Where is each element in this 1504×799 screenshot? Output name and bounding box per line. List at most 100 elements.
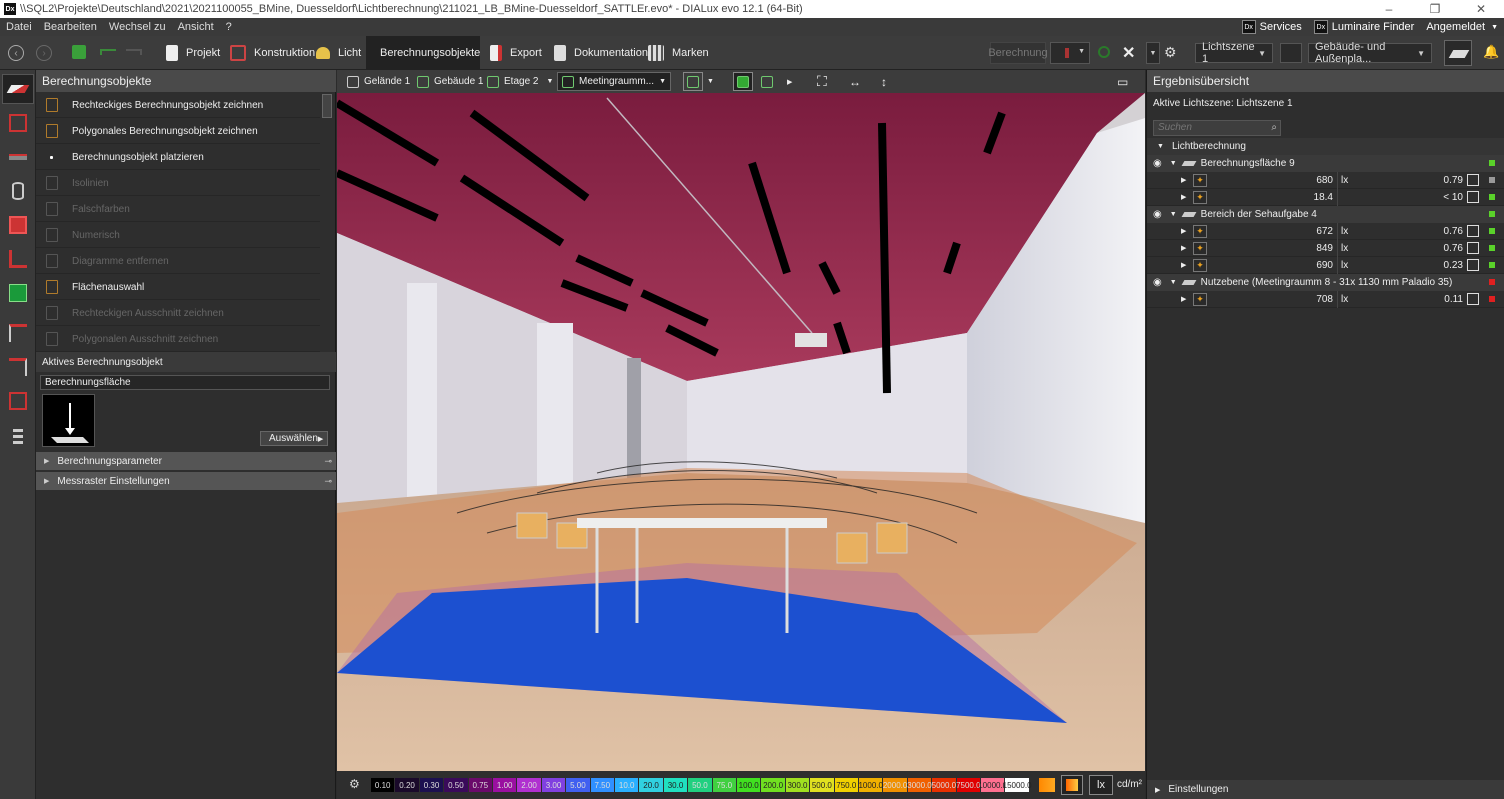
calc-room-tool-icon[interactable]	[2, 210, 34, 240]
close-button[interactable]: ✕	[1458, 2, 1504, 16]
section-messraster[interactable]: ▶ Messraster Einstellungen ⊸	[36, 472, 336, 490]
gebaeude-button[interactable]: Gebäude 1	[417, 72, 484, 91]
login-menu[interactable]: Angemeldet ▼	[1420, 18, 1504, 36]
cancel-dropdown[interactable]: ▼	[1146, 42, 1160, 64]
unit-cd-button[interactable]: cd/m²	[1117, 779, 1142, 790]
redo-icon[interactable]	[126, 49, 142, 55]
tool-item-2[interactable]: Berechnungsobjekt platzieren	[36, 145, 320, 170]
display-icon[interactable]: ▭	[1117, 72, 1128, 91]
visibility-eye-icon[interactable]: ◉	[1153, 209, 1162, 220]
color-scale-active-icon[interactable]	[1061, 775, 1083, 795]
menu-help[interactable]: ?	[220, 21, 238, 33]
expand-icon[interactable]: ▶	[1181, 227, 1186, 235]
collapse-icon[interactable]: ▼	[1170, 279, 1177, 286]
pin-icon[interactable]: ⊸	[324, 476, 332, 487]
room-select[interactable]: Meetingraumm... ▼	[557, 72, 671, 91]
minimize-button[interactable]: –	[1366, 2, 1412, 16]
visibility-eye-icon[interactable]: ◉	[1153, 158, 1162, 169]
gelaende-button[interactable]: Gelände 1	[347, 72, 410, 91]
graph-icon[interactable]	[1467, 174, 1479, 186]
expand-icon[interactable]: ▶	[1181, 295, 1186, 303]
tab-licht[interactable]: Licht	[310, 36, 367, 70]
forward-icon[interactable]: ›	[36, 45, 52, 61]
settings-section[interactable]: ▶ Einstellungen	[1147, 780, 1504, 799]
menu-wechsel-zu[interactable]: Wechsel zu	[103, 21, 172, 33]
select-button[interactable]: Auswählen ▶	[260, 431, 328, 446]
calc-cylinder-tool-icon[interactable]	[2, 176, 34, 206]
graph-icon[interactable]	[1467, 191, 1479, 203]
wire-view-icon[interactable]	[761, 72, 773, 91]
result-object[interactable]: ◉ ▼ Nutzebene (Meetingraumm 8 - 31x 1130 m…	[1147, 274, 1504, 291]
search-field[interactable]: ⌕	[1153, 120, 1281, 136]
chevron-down-icon[interactable]: ▼	[707, 72, 714, 91]
etage-button[interactable]: Etage 2 ▼	[487, 72, 553, 91]
roadway-tool-icon[interactable]	[2, 386, 34, 416]
tool-item-0[interactable]: Rechteckiges Berechnungsobjekt zeichnen	[36, 93, 320, 118]
expand-icon[interactable]: ▶	[1181, 193, 1186, 201]
search-input[interactable]	[1154, 122, 1254, 133]
result-row[interactable]: ▶ ✦ 708 lx 0.11	[1147, 291, 1504, 308]
floor-plan-icon[interactable]	[683, 72, 703, 91]
tab-berechnungsobjekte[interactable]: Berechnungsobjekte	[366, 36, 480, 70]
collapse-icon[interactable]: ▼	[1170, 211, 1177, 218]
tool-item-1[interactable]: Polygonales Berechnungsobjekt zeichnen	[36, 119, 320, 144]
group-lichtberechnung[interactable]: ▼ Lichtberechnung	[1147, 138, 1504, 155]
result-row[interactable]: ▶ ✦ 849 lx 0.76	[1147, 240, 1504, 257]
cancel-icon[interactable]: ✕	[1122, 43, 1135, 63]
result-row[interactable]: ▶ ✦ 690 lx 0.23	[1147, 257, 1504, 274]
legend-settings-icon[interactable]: ⚙	[349, 777, 360, 791]
save-icon[interactable]	[72, 45, 86, 59]
active-object-name-field[interactable]: Berechnungsfläche	[40, 375, 330, 390]
unit-lx-button[interactable]: lx	[1089, 775, 1113, 795]
expand-icon[interactable]: ▶	[1181, 176, 1186, 184]
calc-surface-tool-icon[interactable]	[2, 74, 34, 104]
zoom-fit-icon[interactable]: ⛶	[817, 72, 827, 91]
points-tool-icon[interactable]	[2, 420, 34, 450]
notification-bell-icon[interactable]: 🔔	[1483, 44, 1499, 60]
berechnung-button[interactable]: Berechnung	[988, 42, 1048, 64]
tab-dokumentation[interactable]: Dokumentation	[548, 36, 654, 70]
menu-datei[interactable]: Datei	[0, 21, 38, 33]
color-scale-icon[interactable]	[1039, 778, 1055, 792]
tab-export[interactable]: Export	[484, 36, 548, 70]
visibility-eye-icon[interactable]: ◉	[1153, 277, 1162, 288]
expand-icon[interactable]: ▶	[1181, 244, 1186, 252]
light-scene-select[interactable]: Lichtszene 1 ▼	[1195, 41, 1273, 65]
emergency-exit-icon[interactable]	[2, 278, 34, 308]
section-berechnungsparameter[interactable]: ▶ Berechnungsparameter ⊸	[36, 452, 336, 470]
calc-table-tool-icon[interactable]	[2, 142, 34, 172]
graph-icon[interactable]	[1467, 225, 1479, 237]
tab-projekt[interactable]: Projekt	[160, 36, 226, 70]
calc-wall-tool-icon[interactable]	[2, 244, 34, 274]
graph-icon[interactable]	[1467, 259, 1479, 271]
axis-icon[interactable]: ↕	[881, 72, 887, 91]
tab-marken[interactable]: Marken	[642, 36, 715, 70]
3d-viewport[interactable]	[337, 93, 1145, 771]
view-select[interactable]: Gebäude- und Außenpla... ▼	[1308, 41, 1432, 65]
result-object[interactable]: ◉ ▼ Berechnungsfläche 9	[1147, 155, 1504, 172]
menu-ansicht[interactable]: Ansicht	[172, 21, 220, 33]
solid-view-icon[interactable]	[733, 72, 753, 91]
calc-cube-tool-icon[interactable]	[2, 108, 34, 138]
luminaire-finder-button[interactable]: Dx Luminaire Finder	[1308, 18, 1421, 36]
daylight-tool-icon[interactable]	[2, 352, 34, 382]
tab-konstruktion[interactable]: Konstruktion	[224, 36, 321, 70]
scene-edit-icon[interactable]	[1280, 43, 1302, 63]
restore-button[interactable]: ❐	[1412, 2, 1458, 16]
expand-icon[interactable]: ▶	[1181, 261, 1186, 269]
calc-surface-icon[interactable]	[1444, 40, 1472, 66]
back-icon[interactable]: ‹	[8, 45, 24, 61]
pin-icon[interactable]: ⊸	[324, 456, 332, 467]
tool-item-7[interactable]: Flächenauswahl	[36, 275, 320, 300]
measure-icon[interactable]: ↔	[849, 72, 861, 91]
result-object[interactable]: ◉ ▼ Bereich der Sehaufgabe 4	[1147, 206, 1504, 223]
scrollbar-thumb[interactable]	[322, 94, 332, 118]
graph-icon[interactable]	[1467, 242, 1479, 254]
berechnung-dropdown[interactable]: ▼	[1050, 42, 1090, 64]
refresh-icon[interactable]	[1098, 46, 1110, 58]
chevron-right-icon[interactable]: ▶	[787, 72, 792, 91]
collapse-icon[interactable]: ▼	[1170, 160, 1177, 167]
result-row[interactable]: ▶ ✦ 18.4 < 10	[1147, 189, 1504, 206]
result-row[interactable]: ▶ ✦ 672 lx 0.76	[1147, 223, 1504, 240]
undo-icon[interactable]	[100, 49, 116, 55]
